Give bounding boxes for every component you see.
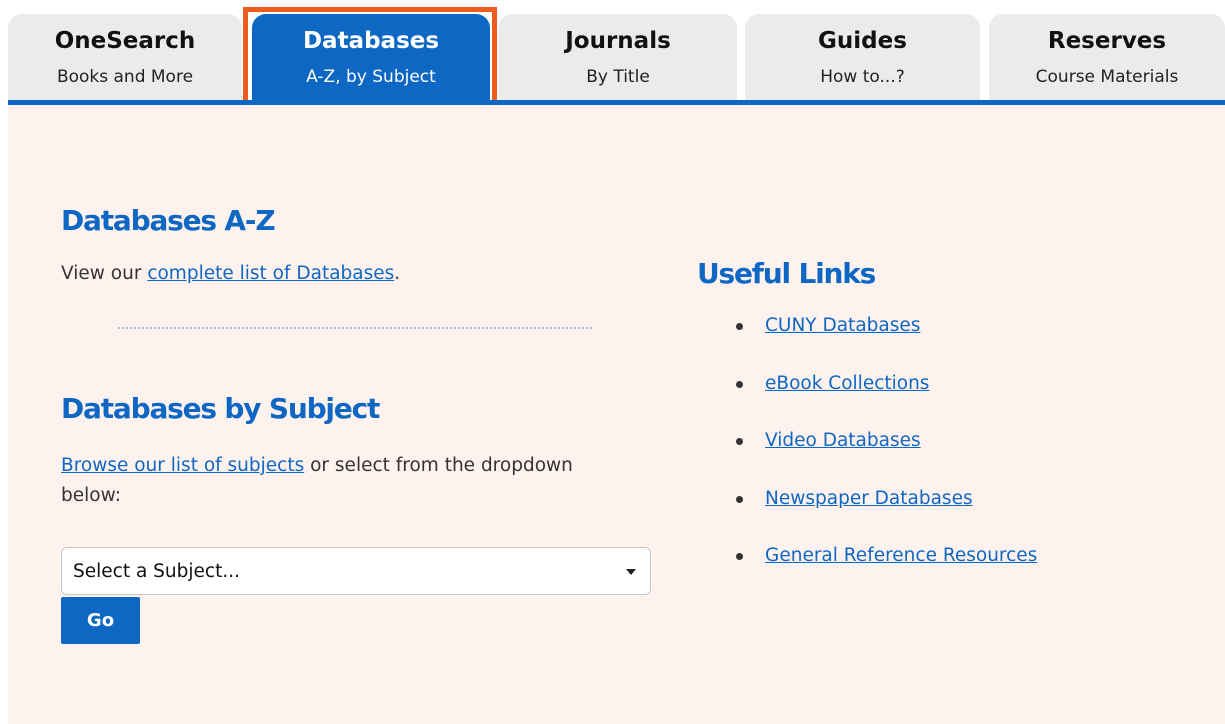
cuny-databases-link[interactable]: CUNY Databases	[765, 315, 920, 336]
databases-az-text-after: .	[394, 263, 401, 284]
tab-title: Reserves	[1047, 28, 1167, 54]
tab-onesearch[interactable]: OneSearch Books and More	[8, 14, 242, 100]
go-button[interactable]: Go	[61, 597, 140, 644]
useful-links-heading: Useful Links	[697, 257, 876, 290]
tab-journals[interactable]: Journals By Title	[499, 14, 737, 100]
tab-subtitle: Books and More	[56, 67, 194, 87]
subject-select-value: Select a Subject...	[73, 561, 240, 582]
bullet-icon	[736, 323, 743, 330]
chevron-down-icon	[626, 569, 636, 575]
list-item: Newspaper Databases	[735, 484, 1037, 542]
tab-subtitle: Course Materials	[1035, 67, 1179, 87]
bullet-icon	[736, 380, 743, 388]
subject-select[interactable]: Select a Subject...	[61, 547, 651, 595]
databases-az-heading: Databases A-Z	[61, 204, 276, 237]
browse-subjects-link[interactable]: Browse our list of subjects	[61, 455, 304, 476]
complete-list-link[interactable]: complete list of Databases	[147, 263, 394, 284]
newspaper-databases-link[interactable]: Newspaper Databases	[765, 488, 973, 509]
tab-reserves[interactable]: Reserves Course Materials	[989, 14, 1225, 100]
tab-bar: OneSearch Books and More Databases A-Z, …	[8, 14, 1225, 100]
list-item: CUNY Databases	[735, 311, 1037, 369]
list-item: General Reference Resources	[735, 541, 1037, 599]
bullet-icon	[736, 438, 743, 445]
useful-links-list: CUNY Databases eBook Collections Video D…	[735, 311, 1037, 599]
general-reference-link[interactable]: General Reference Resources	[765, 545, 1037, 566]
section-divider	[118, 327, 592, 329]
tab-title: Databases	[302, 28, 440, 54]
databases-az-text-before: View our	[61, 263, 148, 284]
databases-by-subject-text: Browse our list of subjects or select fr…	[61, 451, 601, 511]
tab-databases[interactable]: Databases A-Z, by Subject	[252, 14, 490, 100]
bullet-icon	[736, 553, 743, 560]
tab-title: OneSearch	[54, 28, 196, 54]
bullet-icon	[736, 495, 743, 503]
video-databases-link[interactable]: Video Databases	[765, 430, 921, 451]
list-item: eBook Collections	[735, 369, 1037, 427]
tab-title: Guides	[818, 28, 907, 54]
page: OneSearch Books and More Databases A-Z, …	[0, 0, 1225, 724]
ebook-collections-link[interactable]: eBook Collections	[765, 373, 929, 394]
tab-subtitle: A-Z, by Subject	[306, 67, 436, 87]
databases-by-subject-heading: Databases by Subject	[61, 392, 380, 425]
databases-az-text: View our complete list of Databases.	[61, 259, 400, 289]
tab-subtitle: By Title	[586, 67, 650, 87]
content-panel: Databases A-Z View our complete list of …	[8, 105, 1225, 724]
tab-subtitle: How to...?	[820, 67, 905, 87]
tab-title: Journals	[565, 28, 671, 54]
list-item: Video Databases	[735, 426, 1037, 484]
tab-guides[interactable]: Guides How to...?	[745, 14, 980, 100]
